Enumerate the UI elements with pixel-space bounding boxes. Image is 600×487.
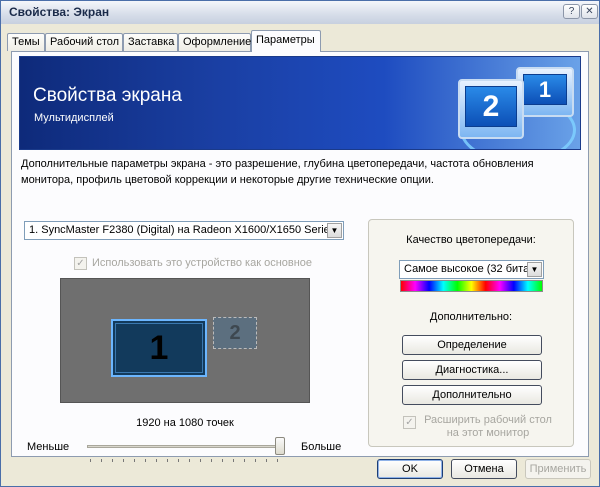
slider-tick	[134, 459, 135, 462]
tab-appearance[interactable]: Оформление	[178, 33, 251, 51]
slider-tick	[255, 459, 256, 462]
display-properties-window: Свойства: Экран ? ✕ Темы Рабочий стол За…	[0, 0, 600, 487]
identify-button[interactable]: Определение	[402, 335, 542, 355]
color-group: Качество цветопередачи: Самое высокое (3…	[368, 219, 574, 447]
monitor-2[interactable]: 2	[213, 317, 257, 349]
color-quality-label: Качество цветопередачи:	[406, 234, 536, 246]
resolution-more-label: Больше	[301, 441, 342, 453]
chevron-down-icon[interactable]: ▼	[527, 262, 542, 277]
monitor-1[interactable]: 1	[111, 319, 207, 377]
slider-ticks	[90, 459, 280, 463]
slider-tick	[244, 459, 245, 462]
slider-tick	[211, 459, 212, 462]
close-button[interactable]: ✕	[581, 4, 598, 19]
slider-tick	[277, 459, 278, 462]
color-quality-value: Самое высокое (32 бита)	[404, 263, 533, 275]
slider-tick	[266, 459, 267, 462]
description-text: Дополнительные параметры экрана - это ра…	[21, 158, 534, 186]
ok-button[interactable]: OK	[377, 459, 443, 479]
monitor-arrangement: 1 2	[60, 278, 310, 403]
slider-tick	[178, 459, 179, 462]
settings-panel: Свойства экрана Мультидисплей 1 2 Дополн…	[11, 51, 589, 462]
header-banner: Свойства экрана Мультидисплей 1 2	[19, 56, 581, 150]
resolution-slider-thumb[interactable]	[275, 437, 285, 455]
tab-settings[interactable]: Параметры	[251, 30, 321, 52]
help-button[interactable]: ?	[563, 4, 580, 19]
banner-title: Свойства экрана	[33, 85, 182, 106]
advanced-label: Дополнительно:	[429, 311, 513, 323]
monitor-graphic-1: 1	[516, 67, 574, 117]
apply-button[interactable]: Применить	[525, 459, 591, 479]
window-title: Свойства: Экран	[9, 5, 110, 19]
resolution-less-label: Меньше	[27, 441, 70, 453]
slider-tick	[145, 459, 146, 462]
slider-tick	[189, 459, 190, 462]
slider-tick	[112, 459, 113, 462]
advanced-button[interactable]: Дополнительно	[402, 385, 542, 405]
chevron-down-icon[interactable]: ▼	[327, 223, 342, 238]
tab-themes[interactable]: Темы	[7, 33, 45, 51]
slider-tick	[233, 459, 234, 462]
slider-tick	[101, 459, 102, 462]
diagnostics-button[interactable]: Диагностика...	[402, 360, 542, 380]
color-spectrum-bar	[400, 280, 543, 292]
resolution-slider-track[interactable]	[87, 445, 285, 448]
resolution-text: 1920 на 1080 точек	[136, 417, 234, 429]
primary-device-label: Использовать это устройство как основное	[92, 257, 313, 269]
dialog-body: Темы Рабочий стол Заставка Оформление Па…	[1, 24, 599, 486]
slider-tick	[200, 459, 201, 462]
color-quality-select[interactable]: Самое высокое (32 бита) ▼	[399, 260, 544, 279]
slider-tick	[222, 459, 223, 462]
banner-subtitle: Мультидисплей	[34, 112, 114, 124]
display-device-select[interactable]: 1. SyncMaster F2380 (Digital) на Radeon …	[24, 221, 344, 240]
tab-screensaver[interactable]: Заставка	[123, 33, 178, 51]
cancel-button[interactable]: Отмена	[451, 459, 517, 479]
monitor-graphic-2: 2	[458, 79, 524, 139]
slider-tick	[123, 459, 124, 462]
title-bar[interactable]: Свойства: Экран ? ✕	[1, 1, 599, 25]
extend-desktop-checkbox[interactable]: ✓	[403, 416, 416, 429]
tab-desktop[interactable]: Рабочий стол	[45, 33, 123, 51]
slider-tick	[167, 459, 168, 462]
slider-tick	[90, 459, 91, 462]
slider-tick	[156, 459, 157, 462]
display-device-value: 1. SyncMaster F2380 (Digital) на Radeon …	[29, 224, 336, 236]
extend-desktop-label: Расширить рабочий стол на этот монитор	[424, 414, 552, 439]
primary-device-checkbox[interactable]: ✓	[74, 257, 87, 270]
